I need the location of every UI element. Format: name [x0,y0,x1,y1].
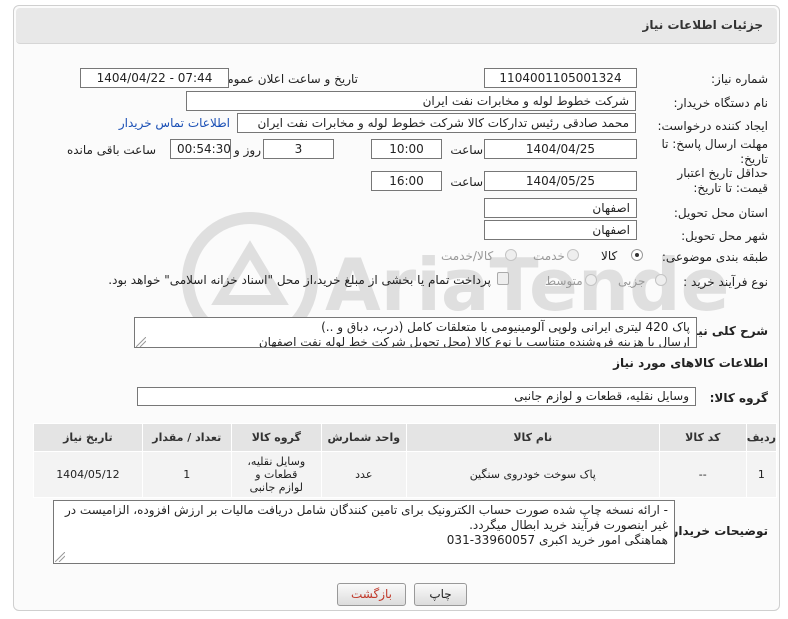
back-button[interactable]: بازگشت [337,583,406,606]
print-button[interactable]: چاپ [414,583,467,606]
requester-label: ایجاد کننده درخواست: [657,119,768,133]
table-row: 1 -- پاک سوخت خودروی سنگین عدد وسایل نقل… [33,451,778,498]
cell-group: وسایل نقلیه، قطعات و لوازم جانبی [230,451,322,498]
goods-group-field: وسایل نقلیه، قطعات و لوازم جانبی [137,387,696,406]
city-label: شهر محل تحویل: [681,229,768,243]
cell-qty: 1 [141,451,232,498]
buyer-notes-label: توضیحات خریدار: [666,524,768,538]
validity-time-field: 16:00 [371,171,442,191]
resize-grip-icon[interactable] [136,337,146,347]
need-number-label: شماره نیاز: [711,72,768,86]
goods-info-heading: اطلاعات کالاهای مورد نیاز [613,356,768,370]
buyer-org-field: شرکت خطوط لوله و مخابرات نفت ایران [186,91,636,111]
process-medium-text: متوسط [545,274,583,288]
buyer-contact-link[interactable]: اطلاعات تماس خریدار [119,116,230,130]
page-title: جزئیات اطلاعات نیاز [642,18,763,32]
reply-deadline-label: مهلت ارسال پاسخ: تا تاریخ: [661,137,768,166]
reply-time-field: 10:00 [371,139,442,159]
validity-time-label: ساعت [450,175,483,189]
category-radio-service[interactable] [567,249,579,261]
col-header-date: تاریخ نیاز [33,423,143,452]
cell-date: 1404/05/12 [33,451,143,498]
buyer-notes-textarea[interactable]: - ارائه نسخه چاپ شده صورت حساب الکترونیک… [53,500,675,564]
process-minor-text: جزیی [618,274,646,288]
panel-header: جزئیات اطلاعات نیاز [16,8,777,44]
requester-field: محمد صادقی رئیس تدارکات کالا شرکت خطوط ل… [237,113,636,133]
validity-date-field: 1404/05/25 [484,171,637,191]
category-radio-goods-service[interactable] [505,249,517,261]
process-type-label: نوع فرآیند خرید : [683,275,768,289]
goods-table: ردیف کد کالا نام کالا واحد شمارش گروه کا… [33,423,778,498]
need-number-field: 1104001105001324 [484,68,637,88]
city-field: اصفهان [484,220,637,240]
category-goods-text: کالا [601,249,618,263]
day-and-label: روز و [234,143,261,157]
reply-time-label: ساعت [450,143,483,157]
price-validity-label: حداقل تاریخ اعتبار قیمت: تا تاریخ: [677,166,768,195]
process-radio-medium[interactable] [585,274,597,286]
province-field: اصفهان [484,198,637,218]
resize-grip-icon[interactable] [55,552,65,562]
table-header-row: ردیف کد کالا نام کالا واحد شمارش گروه کا… [33,423,778,452]
process-radio-minor[interactable] [655,274,667,286]
province-label: استان محل تحویل: [673,206,768,220]
cell-code: -- [658,451,747,498]
col-header-qty: تعداد / مقدار [141,423,232,452]
days-field: 3 [263,139,334,159]
payment-note-text: پرداخت تمام یا بخشی از مبلغ خرید،از محل … [108,273,491,287]
cell-name: پاک سوخت خودروی سنگین [405,451,660,498]
reply-date-field: 1404/04/25 [484,139,637,159]
treasury-payment-checkbox[interactable] [497,272,509,285]
col-header-code: کد کالا [658,423,747,452]
cell-unit: عدد [320,451,407,498]
col-header-row-num: ردیف [745,423,778,452]
remaining-label: ساعت باقی مانده [66,143,156,157]
category-goods-service-text: کالا/خدمت [441,249,494,263]
category-radio-goods[interactable] [631,249,643,261]
col-header-unit: واحد شمارش [320,423,407,452]
category-service-text: خدمت [533,249,565,263]
buyer-org-label: نام دستگاه خریدار: [673,96,769,110]
cell-row-num: 1 [745,451,778,498]
goods-group-label: گروه کالا: [709,391,768,405]
announce-datetime-field: 1404/04/22 - 07:44 [80,68,229,88]
remaining-time-field: 00:54:30 [170,139,231,159]
col-header-group: گروه کالا [230,423,322,452]
description-textarea[interactable]: پاک 420 لیتری ایرانی ولوپی آلومینیومی با… [134,317,697,348]
category-label: طبقه بندی موضوعی: [661,250,768,264]
announce-datetime-label: تاریخ و ساعت اعلان عمومی: [213,72,358,86]
col-header-name: نام کالا [405,423,660,452]
